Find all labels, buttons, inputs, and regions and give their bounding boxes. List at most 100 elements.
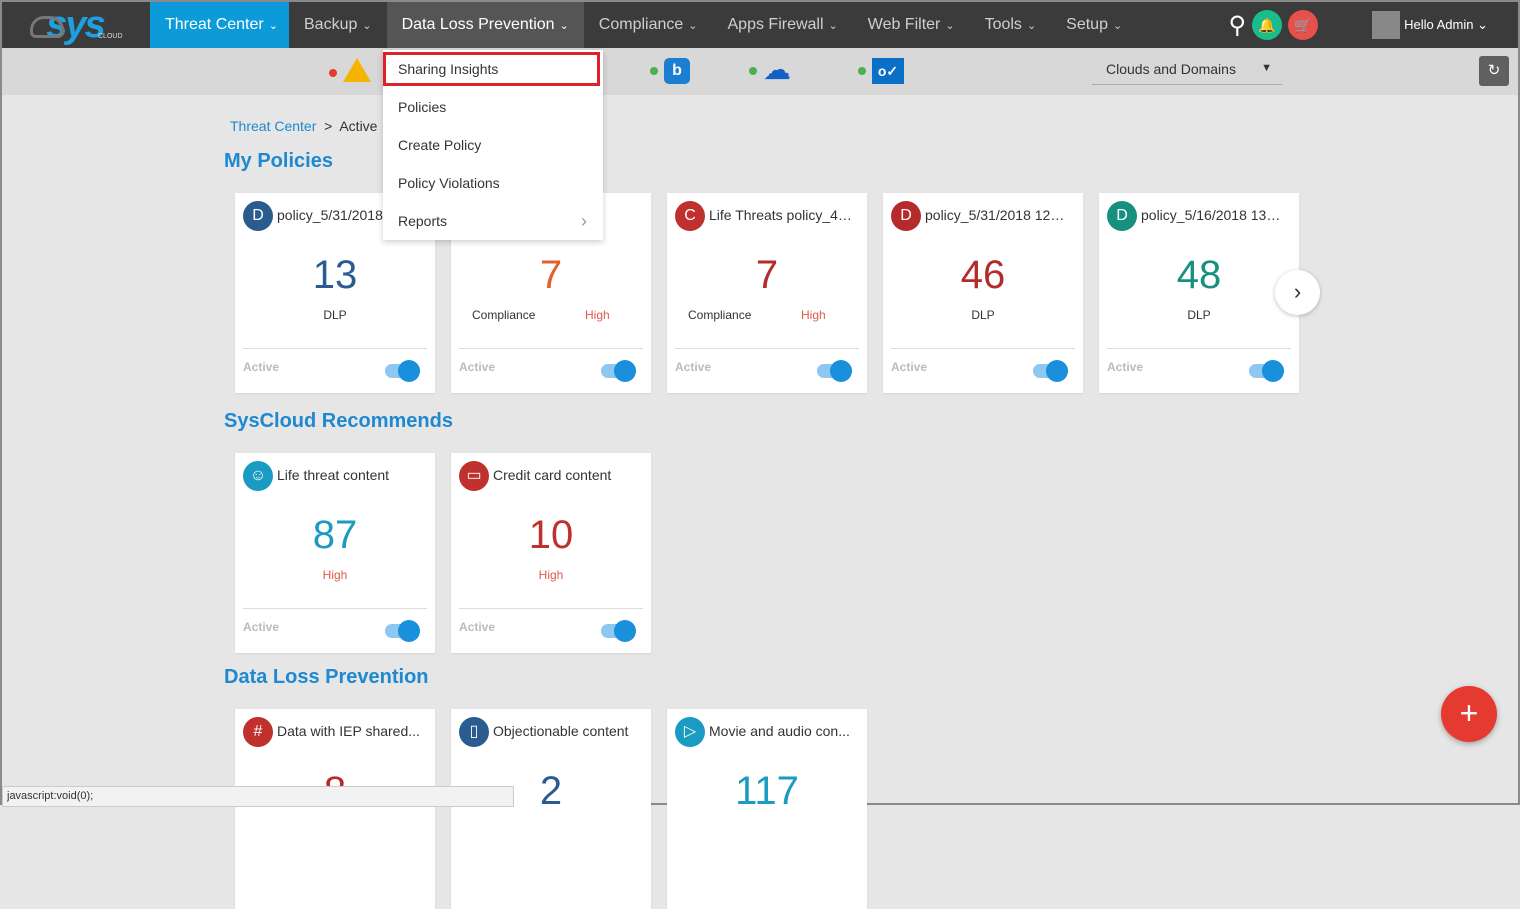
google-drive-icon [343,58,371,87]
nav-threat-center[interactable]: Threat Center ⌄ [150,2,289,48]
cart-icon[interactable]: 🛒 [1288,10,1319,40]
nav-tools[interactable]: Tools ⌄ [970,2,1052,48]
add-fab-button[interactable]: + [1441,686,1497,742]
policy-avatar-icon: D [1107,201,1137,231]
card-status: Active [891,360,928,374]
card-status: Active [1107,360,1144,374]
active-toggle[interactable] [601,360,636,382]
card-category: Compliance [472,308,536,322]
refresh-button[interactable]: ↻ [1479,56,1509,86]
service-box[interactable]: b [650,58,690,84]
policy-card[interactable]: C Life Threats policy_4… 7 Compliance High Ac… [667,193,867,393]
policy-card[interactable]: #Data with IEP shared...8 [235,709,435,909]
nav-data-loss-prevention[interactable]: Data Loss Prevention ⌄ [386,2,584,48]
syscloud-logo[interactable]: sys CLOUD [2,2,148,48]
policy-card[interactable]: ▷ Movie and audio con... 117 [667,709,867,909]
status-dot [749,67,757,75]
section-title: SysCloud Recommends [224,410,453,432]
status-dot [650,67,658,75]
policy-avatar-icon: C [675,201,705,231]
nav-web-filter[interactable]: Web Filter ⌄ [853,2,970,48]
chevron-right-icon: › [581,211,587,231]
browser-status-bar: javascript:void(0); [2,786,514,807]
nav-label: Backup [304,16,358,33]
nav-label: Compliance [598,16,684,33]
carousel-next-button[interactable]: › [1275,270,1320,315]
notification-bell-icon[interactable]: 🔔 [1252,10,1283,40]
policy-card[interactable]: ☺ Life threat content 87 High Active [235,453,435,653]
card-severity: High [322,568,348,582]
nav-label: Setup [1066,16,1108,33]
section-title: My Policies [224,150,333,172]
card-count: 48 [1176,253,1222,297]
active-toggle[interactable] [385,620,420,642]
chevron-down-icon: ⌄ [945,19,955,32]
policy-card[interactable]: ▯ Objectionable content 2 [451,709,651,909]
menu-item-sharing-insights[interactable]: Sharing Insights [383,52,600,86]
top-navigation: sys CLOUD Threat Center ⌄ Backup ⌄ Data Loss … [2,2,1518,48]
nav-backup[interactable]: Backup ⌄ [289,2,387,48]
chevron-down-icon: ⌄ [828,19,838,32]
card-title: policy_5/31/2018 12… [925,207,1065,223]
active-toggle[interactable] [385,360,420,382]
search-icon[interactable]: ⚲ [1229,11,1247,40]
card-title: policy_5/16/2018 13… [1141,207,1281,223]
divider [675,348,859,349]
service-outlook[interactable]: o✓ [858,58,904,84]
status-dot [329,68,337,77]
status-dot [858,67,866,75]
nav-apps-firewall[interactable]: Apps Firewall ⌄ [713,2,853,48]
dlp-dropdown-menu: Sharing Insights Policies Create Policy Pol… [383,50,603,240]
chevron-down-icon: ⌄ [268,19,278,32]
nav-label: Web Filter [867,16,941,33]
policy-avatar-icon: ▷ [675,717,705,747]
card-title: Data with IEP shared... [277,723,420,739]
nav-compliance[interactable]: Compliance ⌄ [584,2,713,48]
menu-item-reports[interactable]: Reports › [383,202,603,240]
active-toggle[interactable] [817,360,852,382]
card-status: Active [459,360,496,374]
divider [459,348,643,349]
breadcrumb-threat-center[interactable]: Threat Center [230,118,316,134]
divider [459,608,643,609]
chevron-down-icon: ⌄ [559,19,569,32]
card-category: Compliance [688,308,752,322]
policy-card[interactable]: ▭ Credit card content 10 High Active [451,453,651,653]
card-count: 7 [755,253,779,297]
policy-avatar-icon: D [891,201,921,231]
menu-item-create-policy[interactable]: Create Policy [383,126,603,164]
section-title: Data Loss Prevention [224,666,429,688]
outlook-icon: o✓ [872,58,904,84]
policy-card[interactable]: Dpolicy_5/31/2018 12… 46 DLP Active [883,193,1083,393]
breadcrumb: Threat Center > Active [230,118,378,134]
active-toggle[interactable] [601,620,636,642]
card-category: DLP [323,308,347,322]
card-status: Active [243,360,280,374]
clouds-domains-dropdown[interactable]: Clouds and Domains ▼ [1092,57,1282,85]
chevron-down-icon: ⌄ [1026,19,1037,32]
nav-setup[interactable]: Setup ⌄ [1051,2,1137,48]
nav-label: Threat Center [165,16,264,33]
card-title: Credit card content [493,467,612,483]
divider [891,348,1075,349]
user-menu[interactable]: Hello Admin ⌄ [1404,17,1488,33]
card-count: 10 [528,513,574,557]
card-count: 87 [312,513,358,557]
policy-avatar-icon: ▯ [459,717,489,747]
cloud-service-bar: b ☁ o✓ Clouds and Domains ▼ ↻ [2,48,1518,95]
card-count: 117 [735,769,799,813]
menu-item-policies[interactable]: Policies [383,88,603,126]
card-category: DLP [1187,308,1211,322]
service-onedrive[interactable]: ☁ [749,56,791,84]
card-title: Objectionable content [493,723,629,739]
card-category: DLP [971,308,995,322]
card-count: 7 [539,253,563,297]
active-toggle[interactable] [1249,360,1284,382]
avatar[interactable] [1372,11,1401,39]
policy-card[interactable]: Dpolicy_5/16/2018 13… 48 DLP Active [1099,193,1299,393]
nav-label: Apps Firewall [727,16,824,33]
divider [243,608,427,609]
active-toggle[interactable] [1033,360,1068,382]
menu-item-policy-violations[interactable]: Policy Violations [383,164,603,202]
service-google-drive[interactable] [329,58,371,87]
